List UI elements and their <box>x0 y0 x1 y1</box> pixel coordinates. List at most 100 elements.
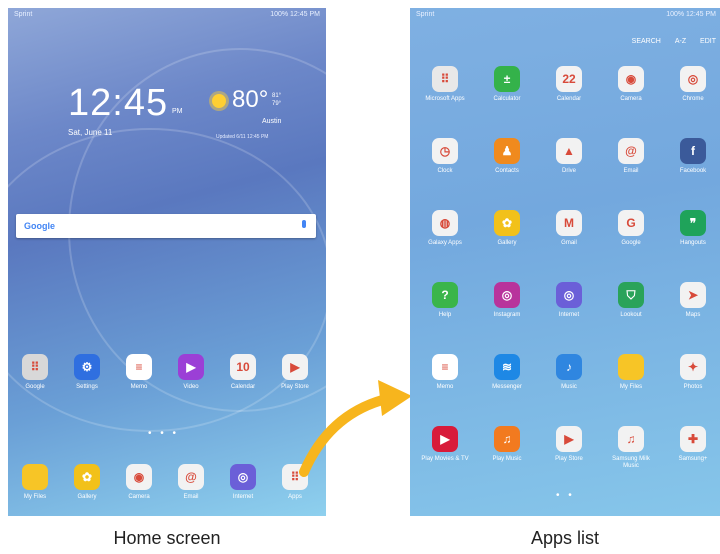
icon-glyph: @ <box>625 144 637 158</box>
samsung-milk-music-icon[interactable]: ♫ <box>618 426 644 452</box>
messenger-icon[interactable]: ≋ <box>494 354 520 380</box>
caption-home: Home screen <box>113 528 221 548</box>
internet-icon[interactable]: ◎ <box>230 464 256 490</box>
search-link[interactable]: SEARCH <box>632 38 661 45</box>
app-label: Help <box>438 312 452 318</box>
app-label: Chrome <box>682 96 704 102</box>
facebook-icon[interactable]: f <box>680 138 706 164</box>
internet-icon[interactable]: ◎ <box>556 282 582 308</box>
microsoft-apps-icon[interactable]: ⠿ <box>432 66 458 92</box>
music-icon[interactable]: ♪ <box>556 354 582 380</box>
app-label: Calendar <box>230 384 256 390</box>
app-label: Camera <box>128 494 150 500</box>
my-files-icon[interactable] <box>618 354 644 380</box>
app-label: Gallery <box>77 494 97 500</box>
play-movies-tv-icon[interactable]: ▶ <box>432 426 458 452</box>
icon-glyph: ◉ <box>625 72 637 86</box>
memo-icon[interactable]: ≡ <box>126 354 152 380</box>
photos-icon[interactable]: ✦ <box>680 354 706 380</box>
carrier-label: Sprint <box>416 11 435 18</box>
icon-glyph: M <box>564 216 574 230</box>
drive-icon[interactable]: ▲ <box>556 138 582 164</box>
calendar-icon[interactable]: 10 <box>230 354 256 380</box>
google-logo: Google <box>24 221 55 231</box>
maps-icon[interactable]: ➤ <box>680 282 706 308</box>
hangouts-icon[interactable]: ❞ <box>680 210 706 236</box>
apps-toolbar: SEARCH A-Z EDIT <box>620 38 716 45</box>
icon-glyph: ? <box>441 288 449 302</box>
app-label: Samsung Milk Music <box>612 456 650 469</box>
play-store-icon[interactable]: ▶ <box>556 426 582 452</box>
icon-glyph: ♟ <box>501 144 513 158</box>
calculator-icon[interactable]: ± <box>494 66 520 92</box>
icon-glyph: ✦ <box>687 360 699 374</box>
app-label: Calendar <box>556 96 582 102</box>
app-label: My Files <box>619 384 643 390</box>
settings-icon[interactable]: ⚙ <box>74 354 100 380</box>
play-music-icon[interactable]: ♫ <box>494 426 520 452</box>
icon-glyph: 22 <box>562 72 576 86</box>
apps-list-screen: Sprint 100% 12:45 PM SEARCH A-Z EDIT ⠿ Mi… <box>410 8 720 516</box>
app-label: Messenger <box>492 384 522 390</box>
home-screen: Sprint 100% 12:45 PM 12:45 PM Sat, June … <box>8 8 326 516</box>
gallery-icon[interactable]: ✿ <box>74 464 100 490</box>
icon-glyph: f <box>691 144 695 158</box>
sun-icon[interactable] <box>212 94 226 108</box>
gallery-icon[interactable]: ✿ <box>494 210 520 236</box>
app-label: Facebook <box>679 168 707 174</box>
contacts-icon[interactable]: ♟ <box>494 138 520 164</box>
galaxy-apps-icon[interactable]: ◍ <box>432 210 458 236</box>
icon-glyph: ♫ <box>626 432 636 446</box>
clock-ampm: PM <box>172 108 183 115</box>
video-icon[interactable]: ▶ <box>178 354 204 380</box>
app-label: Memo <box>436 384 454 390</box>
weather-hilo: 81° 79° <box>272 93 282 107</box>
icon-glyph: 10 <box>236 360 250 374</box>
lookout-icon[interactable]: ⛉ <box>618 282 644 308</box>
icon-glyph: ✿ <box>501 216 513 230</box>
weather-city: Austin <box>262 118 282 125</box>
weather-temp[interactable]: 80° <box>232 86 268 114</box>
icon-glyph: ✚ <box>687 432 699 446</box>
google-search-bar[interactable]: Google <box>16 214 316 238</box>
app-label: Calculator <box>493 96 521 102</box>
icon-glyph: @ <box>185 470 197 484</box>
instagram-icon[interactable]: ◎ <box>494 282 520 308</box>
my-files-icon[interactable] <box>22 464 48 490</box>
az-link[interactable]: A-Z <box>675 38 686 45</box>
chrome-icon[interactable]: ◎ <box>680 66 706 92</box>
app-label: Camera <box>620 96 642 102</box>
memo-icon[interactable]: ≡ <box>432 354 458 380</box>
icon-glyph: ◎ <box>501 288 513 302</box>
page-indicator: • • <box>556 490 575 501</box>
app-label: Contacts <box>495 168 519 174</box>
email-icon[interactable]: @ <box>178 464 204 490</box>
app-label: Gallery <box>497 240 517 246</box>
calendar-icon[interactable]: 22 <box>556 66 582 92</box>
weather-updated: Updated 6/11 12:45 PM <box>216 134 269 140</box>
camera-icon[interactable]: ◉ <box>126 464 152 490</box>
status-bar: Sprint 100% 12:45 PM <box>410 8 720 22</box>
app-label: My Files <box>23 494 47 500</box>
camera-icon[interactable]: ◉ <box>618 66 644 92</box>
status-bar: Sprint 100% 12:45 PM <box>8 8 326 22</box>
app-label: Internet <box>232 494 254 500</box>
email-icon[interactable]: @ <box>618 138 644 164</box>
app-label: Google <box>621 240 641 246</box>
icon-glyph <box>618 354 644 380</box>
help-icon[interactable]: ? <box>432 282 458 308</box>
google-icon[interactable]: G <box>618 210 644 236</box>
icon-glyph: ◎ <box>237 470 249 484</box>
arrow-head <box>378 380 412 416</box>
google-icon[interactable]: ⠿ <box>22 354 48 380</box>
clock-icon[interactable]: ◷ <box>432 138 458 164</box>
mic-icon[interactable] <box>302 220 306 228</box>
icon-glyph: ♫ <box>502 432 512 446</box>
icon-glyph: ✿ <box>81 470 93 484</box>
gmail-icon[interactable]: M <box>556 210 582 236</box>
clock-time[interactable]: 12:45 <box>68 82 168 125</box>
edit-link[interactable]: EDIT <box>700 38 716 45</box>
status-right: 100% 12:45 PM <box>666 11 716 18</box>
app-label: Google <box>25 384 45 390</box>
samsung--icon[interactable]: ✚ <box>680 426 706 452</box>
